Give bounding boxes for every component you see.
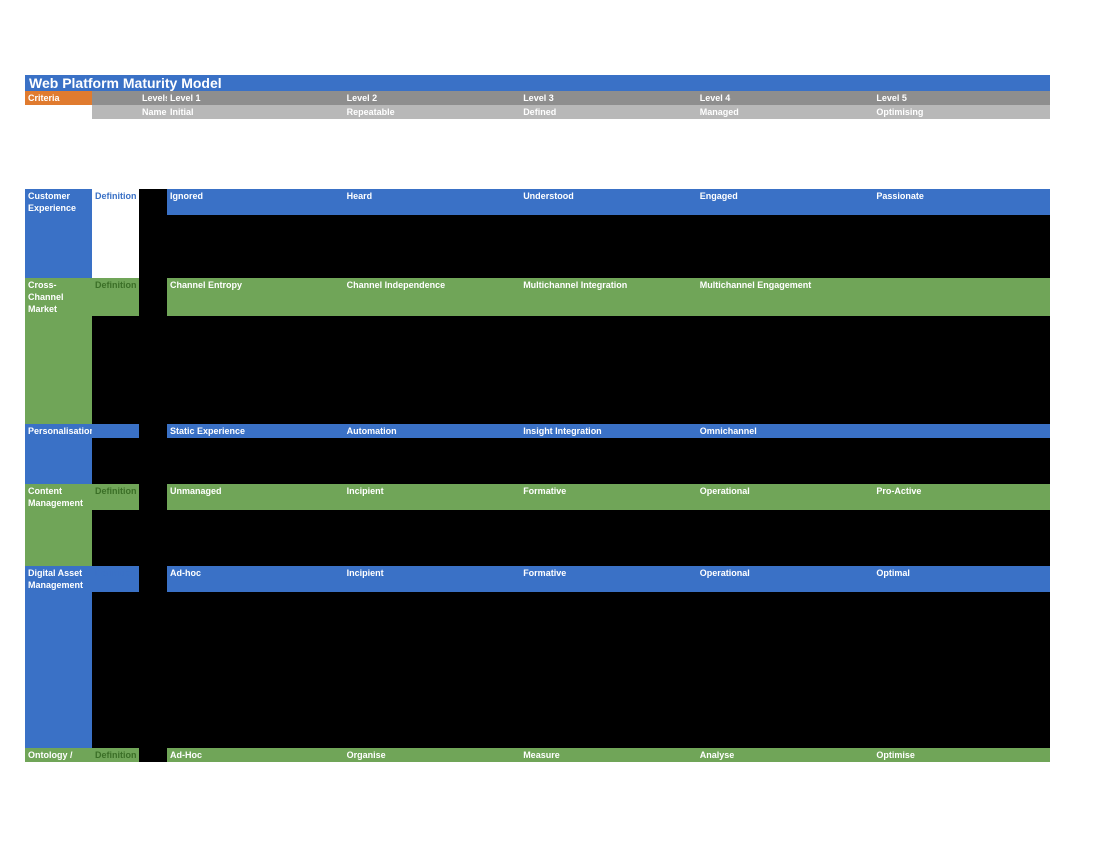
criteria-label: Cross-Channel Market <box>25 278 92 316</box>
criteria-row: Digital Asset ManagementDefinition Ad-hoc… <box>25 566 1050 592</box>
row-gap <box>25 510 1050 566</box>
criteria-label: Ontology / <box>25 748 92 762</box>
level-cell: Ad-Hoc <box>167 748 344 762</box>
maturity-model-sheet: Web Platform Maturity Model Criteria Lev… <box>25 75 1050 762</box>
level-cell: Omnichannel <box>697 424 874 438</box>
level-cell: Formative <box>520 566 697 592</box>
level-cell: Unmanaged <box>167 484 344 510</box>
criteria-label: Personalisation <box>25 424 92 438</box>
name-1: Initial <box>167 105 344 119</box>
name-4: Managed <box>697 105 874 119</box>
level-cell: Static Experience <box>167 424 344 438</box>
level-cell: Heard <box>344 189 521 215</box>
level-1-header: Level 1 <box>167 91 344 105</box>
definition-label: Definition <box>92 566 139 592</box>
row-gap <box>25 592 1050 748</box>
title-row: Web Platform Maturity Model <box>25 75 1050 91</box>
level-cell: Optimal <box>873 566 1050 592</box>
level-cell: Channel Independence <box>344 278 521 316</box>
level-cell: Operational <box>697 566 874 592</box>
level-cell: Insight Integration <box>520 424 697 438</box>
definition-label: Definition <box>92 189 139 215</box>
gap-cell <box>139 484 167 510</box>
level-5-header: Level 5 <box>873 91 1050 105</box>
name-2: Repeatable <box>344 105 521 119</box>
level-cell: Pro-Active <box>873 484 1050 510</box>
criteria-label: Customer Experience <box>25 189 92 215</box>
criteria-label: Content Management <box>25 484 92 510</box>
level-cell <box>873 424 1050 438</box>
criteria-row: Content ManagementDefinition UnmanagedInc… <box>25 484 1050 510</box>
level-cell: Measure <box>520 748 697 762</box>
definition-label: Definition <box>92 424 139 438</box>
level-cell: Multichannel Engagement <box>697 278 874 316</box>
level-cell: Channel Entropy <box>167 278 344 316</box>
definition-label: Definition <box>92 278 139 316</box>
level-cell: Incipient <box>344 566 521 592</box>
gap-cell <box>139 424 167 438</box>
definition-label: Definition <box>92 484 139 510</box>
gap-cell <box>139 748 167 762</box>
criteria-row: Cross-Channel MarketDefinition Channel En… <box>25 278 1050 316</box>
spacer <box>25 119 1050 189</box>
levels-header-label: Levels <box>92 91 167 105</box>
level-3-header: Level 3 <box>520 91 697 105</box>
name-5: Optimising <box>873 105 1050 119</box>
row-gap <box>25 438 1050 484</box>
level-cell <box>873 278 1050 316</box>
header-levels-row: Criteria Levels Level 1 Level 2 Level 3 … <box>25 91 1050 105</box>
level-cell: Optimise <box>873 748 1050 762</box>
level-cell: Understood <box>520 189 697 215</box>
criteria-header: Criteria <box>25 91 92 105</box>
page-title: Web Platform Maturity Model <box>25 75 1050 91</box>
level-cell: Incipient <box>344 484 521 510</box>
level-cell: Engaged <box>697 189 874 215</box>
name-header-label: Name <box>92 105 167 119</box>
level-4-header: Level 4 <box>697 91 874 105</box>
name-3: Defined <box>520 105 697 119</box>
level-cell: Operational <box>697 484 874 510</box>
level-cell: Formative <box>520 484 697 510</box>
criteria-row: Customer ExperienceDefinition IgnoredHear… <box>25 189 1050 215</box>
row-gap <box>25 215 1050 278</box>
gap-cell <box>139 566 167 592</box>
criteria-label: Digital Asset Management <box>25 566 92 592</box>
criteria-row: Ontology /Definition Ad-HocOrganiseMeasur… <box>25 748 1050 762</box>
gap-cell <box>139 278 167 316</box>
blank-cell <box>25 105 92 119</box>
level-cell: Ignored <box>167 189 344 215</box>
definition-label: Definition <box>92 748 139 762</box>
criteria-row: PersonalisationDefinition Static Experien… <box>25 424 1050 438</box>
level-cell: Multichannel Integration <box>520 278 697 316</box>
level-cell: Organise <box>344 748 521 762</box>
header-names-row: Name Initial Repeatable Defined Managed … <box>25 105 1050 119</box>
level-2-header: Level 2 <box>344 91 521 105</box>
row-gap <box>25 316 1050 424</box>
level-cell: Analyse <box>697 748 874 762</box>
level-cell: Automation <box>344 424 521 438</box>
criteria-rows: Customer ExperienceDefinitionIgnoredHear… <box>25 189 1050 762</box>
gap-cell <box>139 189 167 215</box>
level-cell: Passionate <box>873 189 1050 215</box>
level-cell: Ad-hoc <box>167 566 344 592</box>
